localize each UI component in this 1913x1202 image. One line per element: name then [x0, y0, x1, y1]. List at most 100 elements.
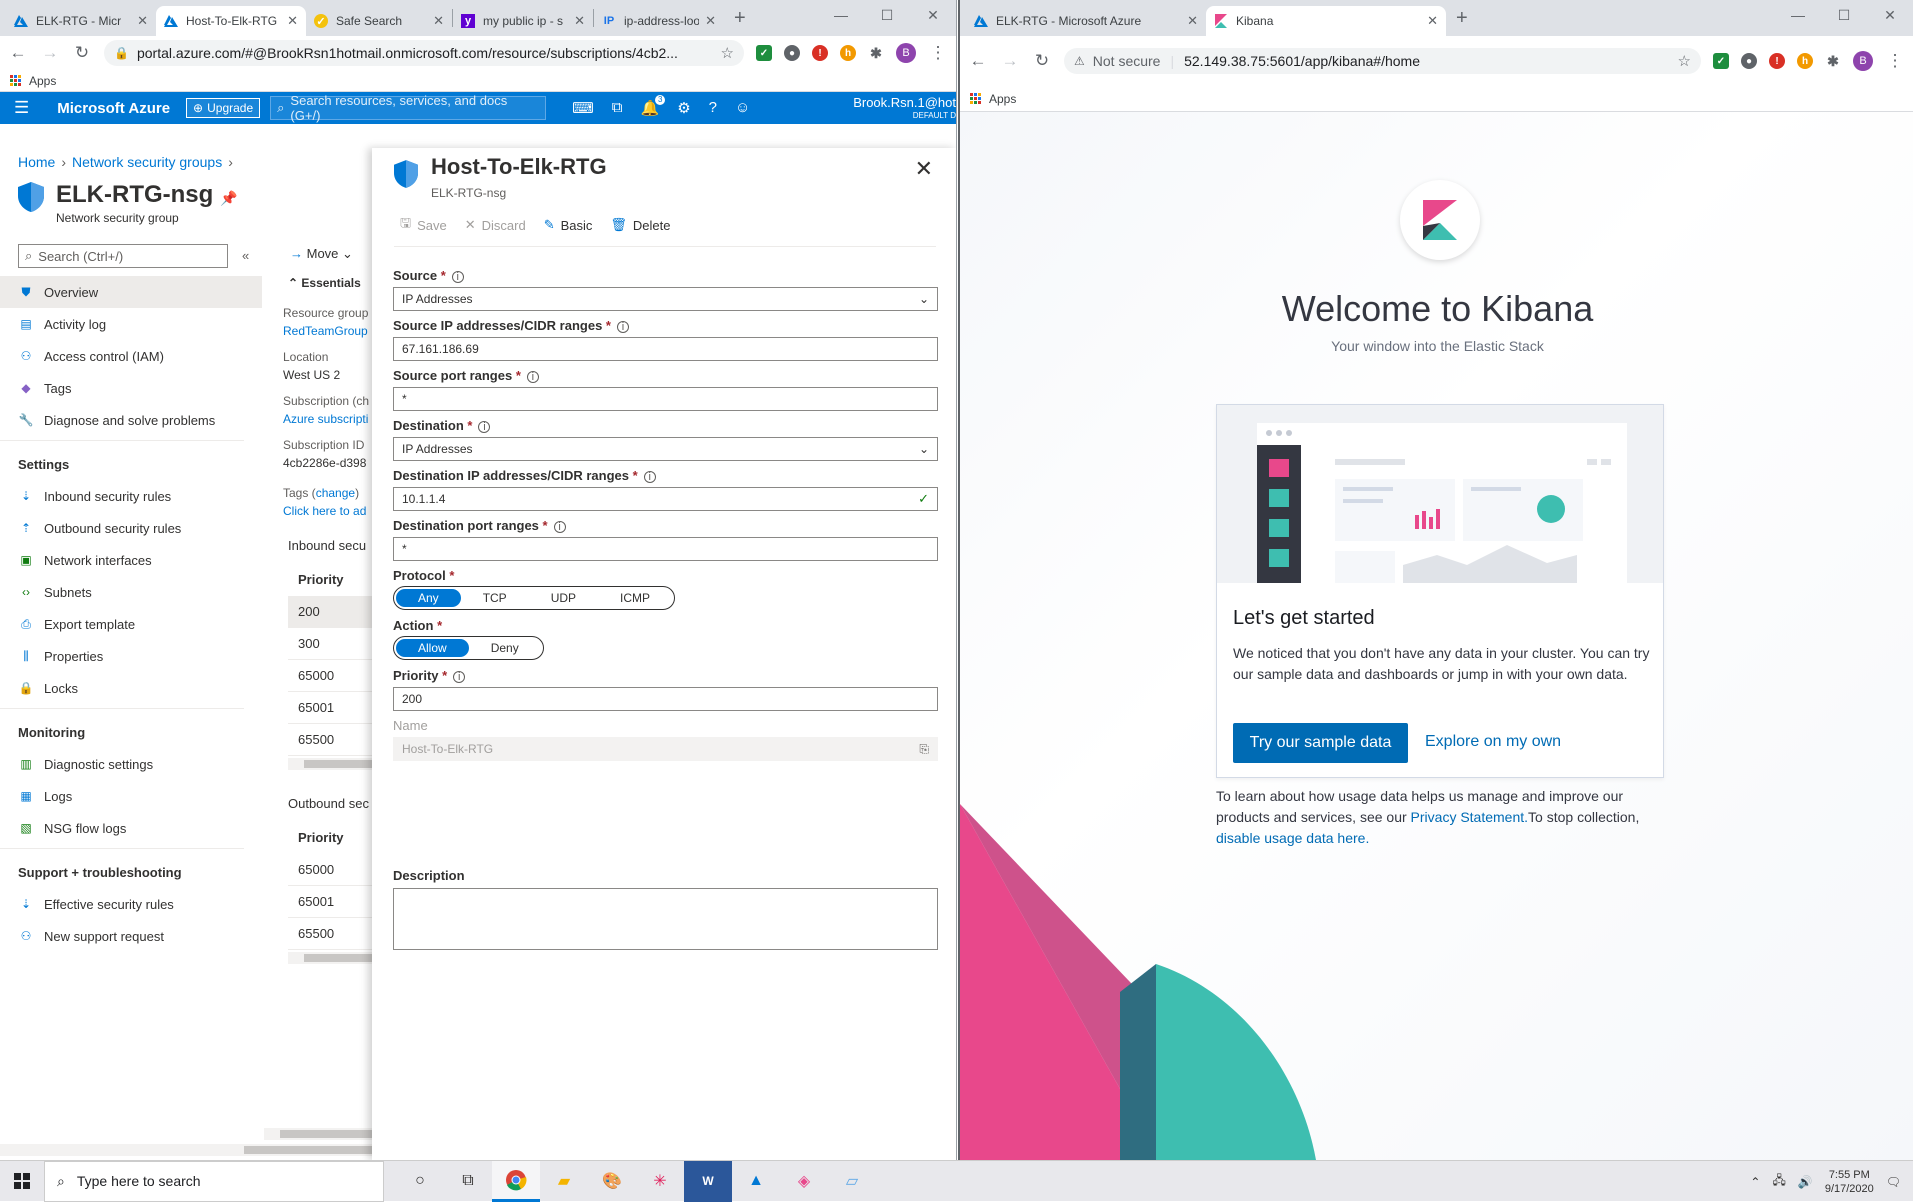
save-button[interactable]: 🖫 Save — [400, 214, 447, 236]
sidebar-item-logs[interactable]: ▦ Logs — [0, 780, 262, 812]
destination-select[interactable]: IP Addresses ⌄ — [393, 437, 938, 461]
extension-adblock-icon[interactable]: ! — [812, 45, 828, 61]
resource-group-link[interactable]: RedTeamGroup — [283, 324, 368, 338]
help-icon[interactable]: ? — [709, 99, 717, 117]
table-row[interactable]: 65500 — [288, 918, 378, 950]
maximize-button[interactable]: ☐ — [1821, 0, 1867, 30]
table-row[interactable]: 200 — [288, 596, 378, 628]
disable-usage-data-link[interactable]: disable usage data here. — [1216, 830, 1369, 846]
sidebar-item-overview[interactable]: ⛊ Overview — [0, 276, 262, 308]
minimize-button[interactable]: — — [1775, 0, 1821, 30]
close-window-button[interactable]: ✕ — [1867, 0, 1913, 30]
notepad-icon[interactable]: ▱ — [828, 1161, 876, 1202]
photos-icon[interactable]: ▲ — [732, 1161, 780, 1202]
close-tab-icon[interactable]: ✕ — [705, 13, 716, 29]
overview-hscrollbar[interactable] — [264, 1128, 372, 1140]
sidebar-item-subnets[interactable]: ‹› Subnets — [0, 576, 262, 608]
profile-avatar[interactable]: B — [896, 43, 916, 63]
tab-kibana[interactable]: Kibana ✕ — [1206, 6, 1446, 36]
tray-expand-icon[interactable]: ⌃ — [1750, 1175, 1760, 1189]
tab-host-to-elk[interactable]: Host-To-Elk-RTG ✕ — [156, 6, 306, 36]
info-icon[interactable]: i — [526, 371, 539, 383]
extension-check-icon[interactable]: ✓ — [756, 45, 772, 61]
close-tab-icon[interactable]: ✕ — [137, 13, 148, 29]
bookmark-star-icon[interactable]: ☆ — [721, 44, 734, 62]
settings-gear-icon[interactable]: ⚙ — [677, 99, 690, 117]
apps-grid-icon[interactable] — [10, 75, 21, 86]
sidebar-item-diagnostic-settings[interactable]: ▥ Diagnostic settings — [0, 748, 262, 780]
feedback-smiley-icon[interactable]: ☺ — [735, 99, 750, 117]
collapse-menu-icon[interactable]: « — [242, 248, 249, 263]
account-menu[interactable]: Brook.Rsn.1@hot DEFAULT D — [853, 96, 956, 122]
source-ip-input[interactable]: 67.161.186.69 — [393, 337, 938, 361]
reload-icon[interactable]: ↻ — [1032, 51, 1052, 71]
tab-safe-search[interactable]: ✓ Safe Search ✕ — [306, 6, 452, 36]
sidebar-item-properties[interactable]: ⫼ Properties — [0, 640, 262, 672]
basic-button[interactable]: ✎ Basic — [544, 214, 593, 236]
tags-change-link[interactable]: change — [316, 486, 355, 500]
tab-ip-address-lookup[interactable]: IP ip-address-loo ✕ — [594, 6, 724, 36]
sidebar-item-inbound-rules[interactable]: ⇣ Inbound security rules — [0, 480, 262, 512]
breadcrumb-nsg[interactable]: Network security groups — [72, 154, 222, 170]
sidebar-item-nsg-flow-logs[interactable]: ▧ NSG flow logs — [0, 812, 262, 844]
close-tab-icon[interactable]: ✕ — [1427, 13, 1438, 29]
start-button[interactable] — [0, 1161, 44, 1202]
tab-my-public-ip[interactable]: y my public ip - s ✕ — [453, 6, 593, 36]
back-icon[interactable]: ← — [968, 51, 988, 71]
sidebar-item-iam[interactable]: ⚇ Access control (IAM) — [0, 340, 262, 372]
move-button[interactable]: → Move ⌄ — [290, 246, 353, 262]
protocol-option-any[interactable]: Any — [396, 589, 461, 607]
sidebar-item-locks[interactable]: 🔒 Locks — [0, 672, 262, 704]
sidebar-item-diagnose[interactable]: 🔧 Diagnose and solve problems — [0, 404, 262, 436]
table-row[interactable]: 65500 — [288, 724, 378, 756]
extension-adblock-icon[interactable]: ! — [1769, 53, 1785, 69]
directory-filter-icon[interactable]: ⧉ — [612, 99, 623, 117]
new-tab-button[interactable]: + — [1446, 7, 1478, 30]
close-tab-icon[interactable]: ✕ — [287, 13, 298, 29]
info-icon[interactable]: i — [451, 271, 464, 283]
privacy-statement-link[interactable]: Privacy Statement. — [1411, 809, 1529, 825]
task-view-icon[interactable]: ⧉ — [444, 1161, 492, 1202]
explore-on-my-own-link[interactable]: Explore on my own — [1425, 733, 1561, 751]
try-sample-data-button[interactable]: Try our sample data — [1233, 723, 1408, 763]
protocol-option-udp[interactable]: UDP — [529, 589, 598, 607]
not-secure-label[interactable]: Not secure — [1093, 53, 1161, 69]
description-textarea[interactable] — [393, 888, 938, 950]
paint-icon[interactable]: 🎨 — [588, 1161, 636, 1202]
table-row[interactable]: 65001 — [288, 692, 378, 724]
outbound-hscrollbar[interactable] — [288, 952, 378, 964]
info-icon[interactable]: i — [453, 671, 466, 683]
snip-tool-icon[interactable]: ◈ — [780, 1161, 828, 1202]
add-tags-link[interactable]: Click here to ad — [283, 504, 366, 518]
file-explorer-icon[interactable]: ▰ — [540, 1161, 588, 1202]
sidebar-item-new-support[interactable]: ⚇ New support request — [0, 920, 262, 952]
source-select[interactable]: IP Addresses ⌄ — [393, 287, 938, 311]
reload-icon[interactable]: ↻ — [72, 43, 92, 63]
sidebar-item-export-template[interactable]: ⎙ Export template — [0, 608, 262, 640]
sidebar-item-network-interfaces[interactable]: ▣ Network interfaces — [0, 544, 262, 576]
table-row[interactable]: 300 — [288, 628, 378, 660]
close-tab-icon[interactable]: ✕ — [574, 13, 585, 29]
azure-brand[interactable]: Microsoft Azure — [57, 100, 170, 117]
sidebar-item-tags[interactable]: ◆ Tags — [0, 372, 262, 404]
extension-honey-icon[interactable]: h — [840, 45, 856, 61]
table-row[interactable]: 65000 — [288, 660, 378, 692]
bookmark-star-icon[interactable]: ☆ — [1678, 52, 1691, 70]
info-icon[interactable]: i — [616, 321, 629, 333]
extension-check-icon[interactable]: ✓ — [1713, 53, 1729, 69]
priority-input[interactable]: 200 — [393, 687, 938, 711]
global-search-input[interactable]: ⌕ Search resources, services, and docs (G… — [270, 93, 547, 123]
clock[interactable]: 7:55 PM 9/17/2020 — [1825, 1168, 1874, 1196]
destination-ip-input[interactable]: 10.1.1.4 ✓ — [393, 487, 938, 511]
minimize-button[interactable]: — — [818, 0, 864, 30]
copy-icon[interactable]: ⎘ — [919, 742, 929, 757]
close-blade-button[interactable]: ✕ — [915, 156, 933, 182]
sidebar-item-effective-rules[interactable]: ⇣ Effective security rules — [0, 888, 262, 920]
table-row[interactable]: 65000 — [288, 854, 378, 886]
close-window-button[interactable]: ✕ — [910, 0, 956, 30]
address-bar[interactable]: ⚠ Not secure | 52.149.38.75:5601/app/kib… — [1064, 48, 1701, 74]
action-option-allow[interactable]: Allow — [396, 639, 469, 657]
menu-kebab-icon[interactable]: ⋮ — [1885, 51, 1905, 71]
source-port-input[interactable]: * — [393, 387, 938, 411]
tab-azure[interactable]: ELK-RTG - Microsoft Azure ✕ — [966, 6, 1206, 36]
